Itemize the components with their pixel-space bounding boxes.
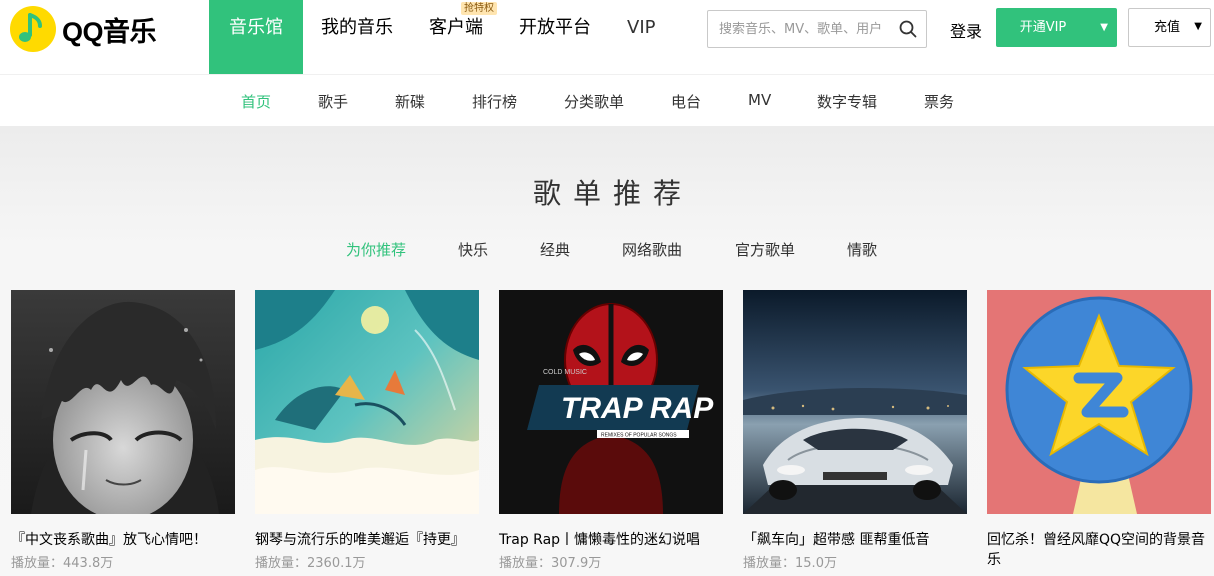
open-vip-button[interactable]: 开通VIP ▼ xyxy=(996,8,1117,47)
play-count-label: 播放量： xyxy=(743,556,796,571)
music-note-icon xyxy=(10,6,56,52)
nav-client[interactable]: 客户端 抢特权 xyxy=(411,0,501,74)
playlist-cover[interactable] xyxy=(255,290,479,514)
top-header: QQ音乐 音乐馆 我的音乐 客户端 抢特权 开放平台 VIP 登录 开通VIP … xyxy=(0,0,1214,74)
cover-sub-text: REMIXES OF POPULAR SONGS xyxy=(601,433,677,439)
cover-small-text: COLD MUSIC xyxy=(543,369,587,376)
nav-music-hall[interactable]: 音乐馆 xyxy=(209,0,303,74)
nav-vip[interactable]: VIP xyxy=(609,0,673,74)
play-count: 播放量：15.0万 xyxy=(743,552,837,571)
subnav-new-albums[interactable]: 新碟 xyxy=(395,91,425,112)
playlist-cover[interactable] xyxy=(11,290,235,514)
play-count: 播放量：443.8万 xyxy=(11,552,113,571)
caret-down-icon[interactable]: ▼ xyxy=(1100,22,1108,33)
subnav-category-playlists[interactable]: 分类歌单 xyxy=(564,91,624,112)
playlist-card: 回忆杀！曾经风靡QQ空间的背景音乐 xyxy=(987,290,1211,568)
play-count-label: 播放量： xyxy=(499,556,552,571)
qq-music-logo[interactable]: QQ音乐 xyxy=(10,6,157,52)
login-link[interactable]: 登录 xyxy=(950,18,982,42)
nav-label: 音乐馆 xyxy=(229,17,283,38)
tab-recommended[interactable]: 为你推荐 xyxy=(346,239,406,260)
play-count-label: 播放量： xyxy=(11,556,64,571)
play-count-value: 443.8万 xyxy=(63,556,114,571)
nav-label: VIP xyxy=(627,17,656,38)
nav-open-platform[interactable]: 开放平台 xyxy=(501,0,609,74)
subnav-singers[interactable]: 歌手 xyxy=(318,91,348,112)
tab-classic[interactable]: 经典 xyxy=(540,239,570,260)
playlist-card: 钢琴与流行乐的唯美邂逅『持更』 播放量：2360.1万 xyxy=(255,290,479,571)
playlist-title[interactable]: 『中文丧系歌曲』放飞心情吧！ xyxy=(11,530,241,550)
playlist-cover[interactable] xyxy=(987,290,1211,514)
playlist-title[interactable]: 回忆杀！曾经风靡QQ空间的背景音乐 xyxy=(987,530,1213,570)
subnav-home[interactable]: 首页 xyxy=(241,91,271,112)
cover-main-text: TRAP RAP xyxy=(561,392,714,425)
subnav-digital-albums[interactable]: 数字专辑 xyxy=(817,91,877,112)
play-count-label: 播放量： xyxy=(255,556,308,571)
play-count: 播放量：307.9万 xyxy=(499,552,601,571)
search-icon[interactable] xyxy=(899,20,917,42)
section-title: 歌单推荐 xyxy=(532,177,693,210)
playlist-cover[interactable] xyxy=(743,290,967,514)
play-count-value: 15.0万 xyxy=(795,556,837,571)
nav-my-music[interactable]: 我的音乐 xyxy=(303,0,411,74)
logo-text: QQ音乐 xyxy=(62,16,157,47)
tab-happy[interactable]: 快乐 xyxy=(458,239,488,260)
playlist-card: 「飙车向」超带感 匪帮重低音 播放量：15.0万 xyxy=(743,290,967,571)
privilege-badge: 抢特权 xyxy=(461,2,497,15)
nav-label: 我的音乐 xyxy=(321,17,393,38)
main-nav: 音乐馆 我的音乐 客户端 抢特权 开放平台 VIP xyxy=(209,0,673,74)
sub-nav: 首页 歌手 新碟 排行榜 分类歌单 电台 MV 数字专辑 票务 xyxy=(0,74,1214,126)
recharge-button[interactable]: 充值 ▼ xyxy=(1128,8,1211,47)
playlist-card: 『中文丧系歌曲』放飞心情吧！ 播放量：443.8万 xyxy=(11,290,235,571)
tab-love-songs[interactable]: 情歌 xyxy=(847,239,877,260)
open-vip-label: 开通VIP xyxy=(1019,20,1067,35)
nav-label: 客户端 xyxy=(429,17,483,38)
caret-down-icon[interactable]: ▼ xyxy=(1194,21,1202,32)
play-count-value: 2360.1万 xyxy=(307,556,366,571)
playlist-card: COLD MUSIC TRAP RAP REMIXES OF POPULAR S… xyxy=(499,290,723,571)
subnav-tickets[interactable]: 票务 xyxy=(924,91,954,112)
tab-internet-songs[interactable]: 网络歌曲 xyxy=(622,239,682,260)
play-count: 播放量：2360.1万 xyxy=(255,552,366,571)
playlist-title[interactable]: Trap Rap丨慵懒毒性的迷幻说唱 xyxy=(499,530,729,550)
search-input[interactable] xyxy=(708,11,893,47)
subnav-mv[interactable]: MV xyxy=(748,91,771,109)
playlist-tabs: 为你推荐 快乐 经典 网络歌曲 官方歌单 情歌 xyxy=(0,239,1214,261)
playlist-title[interactable]: 「飙车向」超带感 匪帮重低音 xyxy=(743,530,973,550)
tab-official-playlists[interactable]: 官方歌单 xyxy=(735,239,795,260)
subnav-radio[interactable]: 电台 xyxy=(671,91,701,112)
nav-label: 开放平台 xyxy=(519,17,591,38)
subnav-charts[interactable]: 排行榜 xyxy=(472,91,517,112)
play-count-value: 307.9万 xyxy=(551,556,602,571)
playlist-cover[interactable]: COLD MUSIC TRAP RAP REMIXES OF POPULAR S… xyxy=(499,290,723,514)
search-box xyxy=(707,10,927,48)
playlist-title[interactable]: 钢琴与流行乐的唯美邂逅『持更』 xyxy=(255,530,485,550)
